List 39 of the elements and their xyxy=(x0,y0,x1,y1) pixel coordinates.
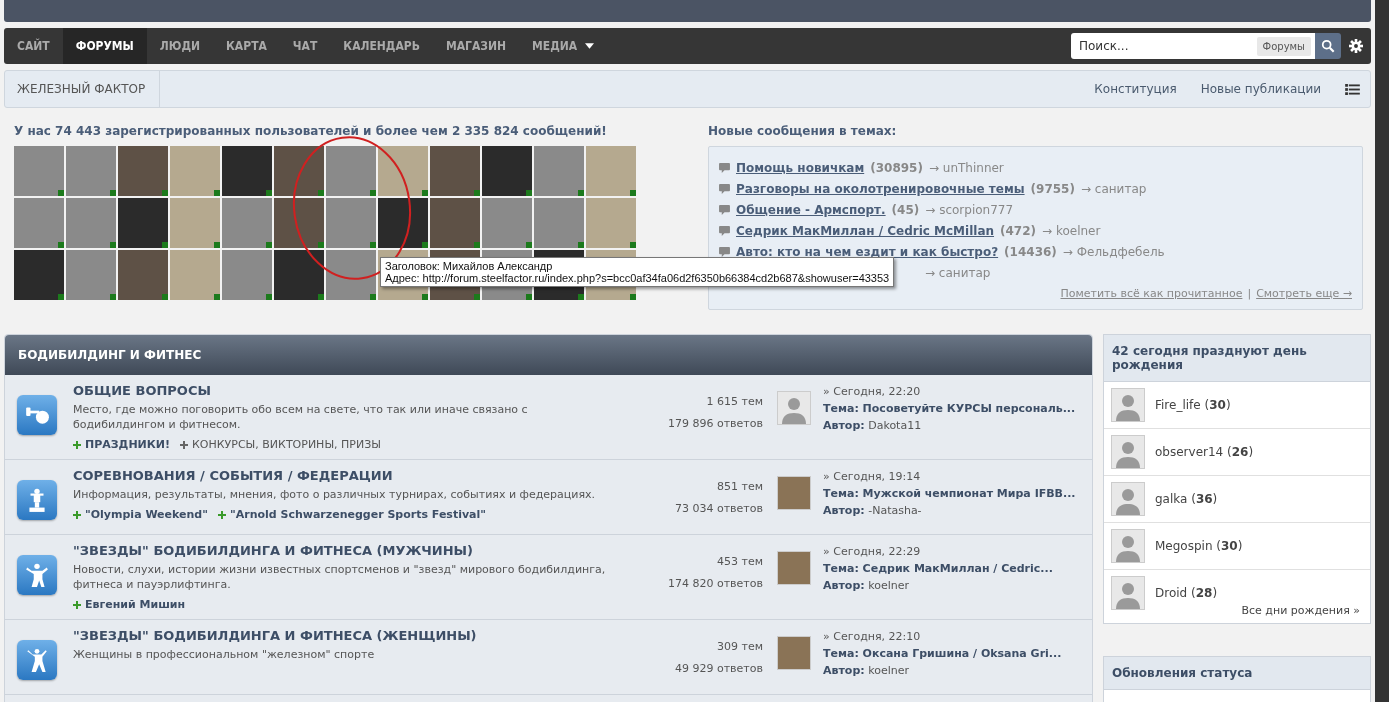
reply-count: 174 820 ответов xyxy=(667,576,763,592)
topic-author: → scorpion777 xyxy=(925,202,1014,217)
panel-title: 42 сегодня празднуют день рождения xyxy=(1104,335,1370,382)
reply-count: 73 034 ответов xyxy=(674,501,763,517)
forum-description: Место, где можно поговорить обо всем на свете, что так или иначе связано с бодибилдингом и фитнесом. xyxy=(73,402,529,432)
tooltip-text: Заголовок: Михайлов Александр xyxy=(385,260,554,272)
topic-count: 453 тем xyxy=(716,554,763,570)
new-posts-heading: Новые сообщения в темах: xyxy=(708,124,898,138)
last-post-date: » Сегодня, 22:20 xyxy=(823,384,922,400)
stats-heading: У нас 74 443 зарегистрированных пользователей и более чем 2 335 824 сообщений! xyxy=(14,124,608,138)
separator: | xyxy=(1247,287,1252,300)
topic-author: → санитар xyxy=(925,265,991,280)
reply-count: 49 929 ответов xyxy=(674,661,763,677)
reply-count: (472) xyxy=(1000,223,1037,238)
topic-author: → koelner xyxy=(1042,223,1101,238)
topic-count: 851 тем xyxy=(716,479,763,495)
reply-count: 179 896 ответов xyxy=(667,416,763,432)
category-title: БОДИБИЛДИНГ И ФИТНЕС xyxy=(18,348,202,362)
topic-author: → санитар xyxy=(1080,181,1147,196)
forum-description: Новости, слухи, истории жизни известных спортсменов и "звезд" мирового бодибилдинга, фитнеса и пауэрлифтинга. xyxy=(73,562,607,592)
author-label: Автор: xyxy=(823,419,865,432)
reply-count: (45) xyxy=(891,202,920,217)
topic-author: → Фельдфебель xyxy=(1062,244,1165,259)
author-label: Автор: xyxy=(823,504,865,517)
tooltip-text: Адрес: http://forum.steelfactor.ru/index.php?s=bcc0af34fa06d2f6350b66384cd2b687&showuser=43353 xyxy=(385,272,890,284)
last-post-date: » Сегодня, 22:10 xyxy=(823,629,922,645)
topic-author: → unThinner xyxy=(928,160,1004,175)
panel-title: Обновления статуса xyxy=(1104,657,1370,690)
reply-count: (9755) xyxy=(1030,181,1075,196)
reply-count: (14436) xyxy=(1004,244,1057,259)
topic-count: 309 тем xyxy=(716,639,763,655)
topic-count: 1 615 тем xyxy=(705,394,763,410)
author-label: Автор: xyxy=(823,579,865,592)
forum-description: Информация, результаты, мнения, фото о различных турнирах, событиях и федерациях. xyxy=(73,487,597,502)
reply-count: (30895) xyxy=(870,160,923,175)
forum-description: Женщины в профессиональном "железном" спорте xyxy=(73,647,376,662)
last-post-date: » Сегодня, 22:29 xyxy=(823,544,922,560)
last-post-date: » Сегодня, 19:14 xyxy=(823,469,922,485)
author-label: Автор: xyxy=(823,664,865,677)
